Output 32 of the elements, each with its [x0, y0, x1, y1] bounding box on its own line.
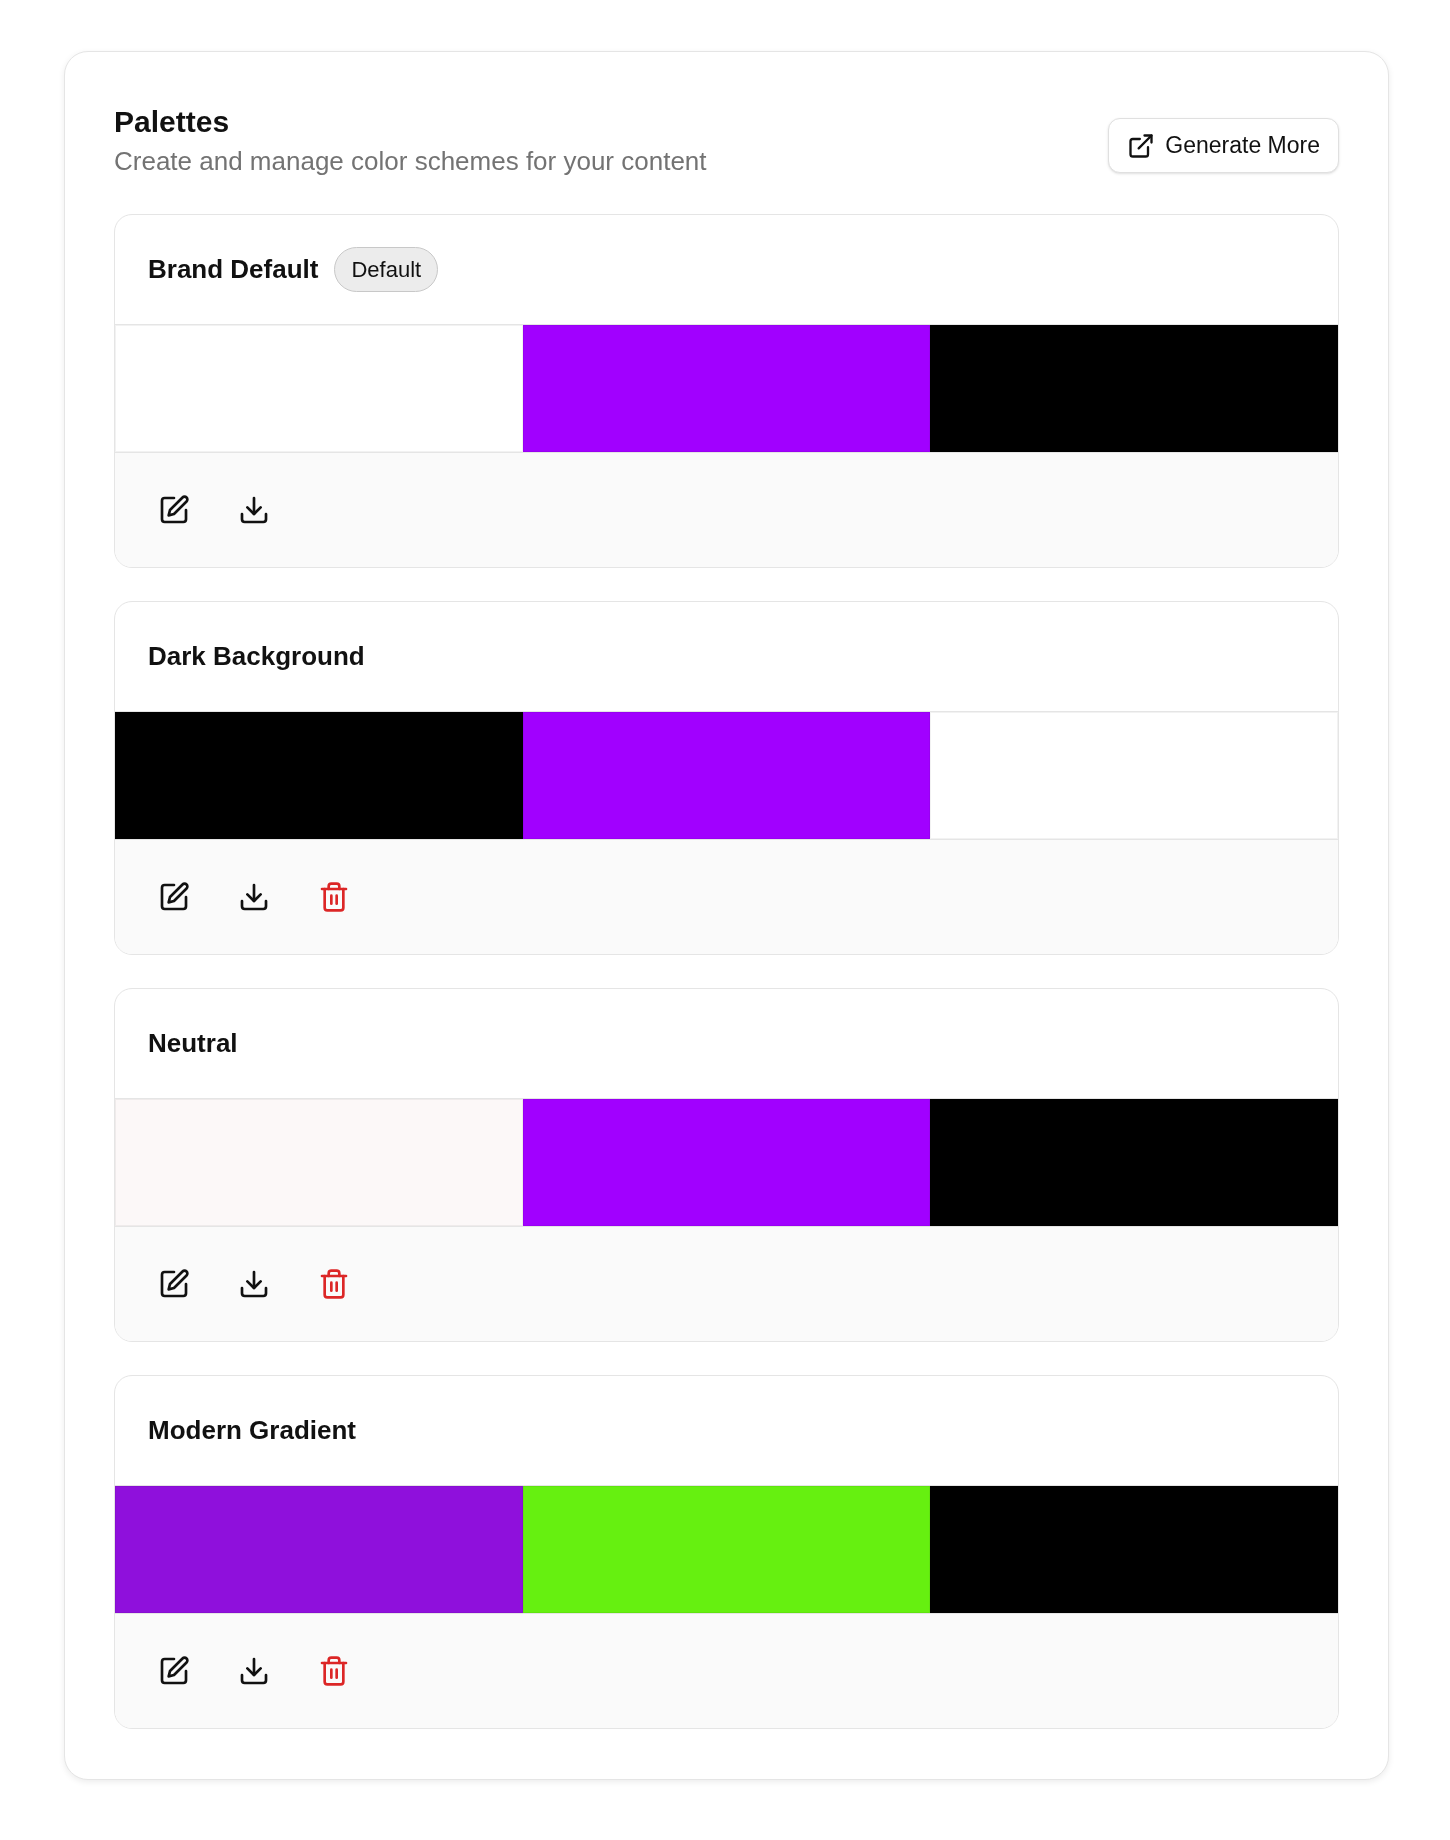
palette-name: Brand Default — [148, 253, 319, 286]
palette-name: Modern Gradient — [148, 1414, 356, 1447]
download-icon — [238, 494, 270, 526]
color-swatch[interactable] — [115, 1486, 523, 1613]
color-swatch[interactable] — [522, 712, 931, 839]
edit-icon — [158, 1268, 190, 1300]
generate-more-button[interactable]: Generate More — [1108, 118, 1339, 173]
download-icon — [238, 1655, 270, 1687]
color-swatch[interactable] — [930, 1486, 1338, 1613]
palette-name: Neutral — [148, 1027, 238, 1060]
color-swatch[interactable] — [930, 325, 1338, 452]
color-swatch[interactable] — [522, 325, 931, 452]
edit-icon — [158, 494, 190, 526]
download-icon — [238, 881, 270, 913]
page-title: Palettes — [114, 104, 231, 140]
default-badge: Default — [334, 247, 439, 292]
color-swatch[interactable] — [930, 712, 1338, 839]
edit-icon — [158, 881, 190, 913]
download-icon — [238, 1268, 270, 1300]
color-swatch[interactable] — [522, 1486, 931, 1613]
trash-icon — [318, 881, 350, 913]
edit-icon — [158, 1655, 190, 1687]
color-swatch[interactable] — [115, 1099, 523, 1226]
color-swatch[interactable] — [115, 712, 523, 839]
color-swatch[interactable] — [522, 1099, 931, 1226]
trash-icon — [318, 1268, 350, 1300]
color-swatch[interactable] — [930, 1099, 1338, 1226]
palette-name: Dark Background — [148, 640, 365, 673]
color-swatch[interactable] — [115, 325, 523, 452]
external-link-icon — [1127, 131, 1156, 160]
page-subtitle: Create and manage color schemes for your content — [114, 145, 707, 178]
trash-icon — [318, 1655, 350, 1687]
